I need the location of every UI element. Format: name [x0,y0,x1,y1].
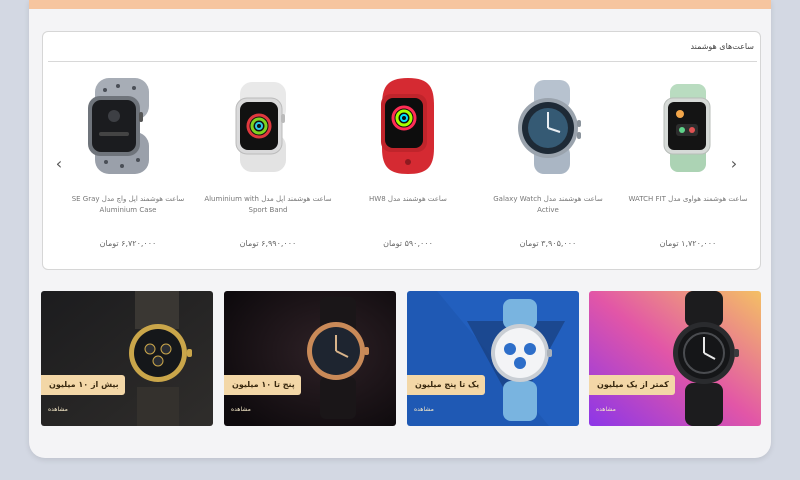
product-image [518,80,581,174]
price-range-banner[interactable]: بیش از ۱۰ میلیون مشاهده [41,291,213,426]
product-name: ساعت هوشمند اپل واچ مدل SE Gray Aluminiu… [71,195,185,214]
banner-label: بیش از ۱۰ میلیون [41,375,125,395]
price-range-banner[interactable]: کمتر از یک میلیون مشاهده [589,291,761,426]
banner-label: پنج تا ۱۰ میلیون [224,375,301,395]
product-name: ساعت هوشمند مدل HW8 [369,195,447,203]
product-image [88,78,149,174]
product-name: ساعت هوشمند اپل مدل Aluminium with Sport… [204,195,332,214]
page-container: ساعت‌های هوشمند ‹ › ساعت هوشمند اپل واچ … [29,0,771,458]
product-price: ۳,۹۰۵,۰۰۰ تومان [519,239,577,248]
section-title: ساعت‌های هوشمند [690,42,754,51]
banner-label: کمتر از یک میلیون [589,375,675,395]
product-card[interactable]: ساعت هوشمند مدل HW8 ۵۹۰,۰۰۰ تومان [338,76,478,258]
banner-link[interactable]: مشاهده [231,406,251,413]
product-image [663,84,711,172]
product-card[interactable]: ساعت هوشمند اپل واچ مدل SE Gray Aluminiu… [58,76,198,258]
banner-link[interactable]: مشاهده [596,406,616,413]
product-name: ساعت هوشمند هواوی مدل WATCH FIT [628,195,748,203]
price-range-banner[interactable]: یک تا پنج میلیون مشاهده [407,291,579,426]
product-price: ۶,۷۲۰,۰۰۰ تومان [99,239,157,248]
price-range-banner[interactable]: پنج تا ۱۰ میلیون مشاهده [224,291,396,426]
product-price: ۵۹۰,۰۰۰ تومان [383,239,433,248]
product-image [381,78,434,174]
banner-link[interactable]: مشاهده [414,406,434,413]
smartwatch-carousel: ساعت‌های هوشمند ‹ › ساعت هوشمند اپل واچ … [42,31,761,270]
top-accent-bar [29,0,771,9]
banner-label: یک تا پنج میلیون [407,375,486,395]
section-divider [48,61,757,62]
product-card[interactable]: ساعت هوشمند هواوی مدل WATCH FIT ۱,۷۲۰,۰۰… [618,76,758,258]
product-image [235,82,286,172]
product-card[interactable]: ساعت هوشمند مدل Galaxy Watch Active ۳,۹۰… [478,76,618,258]
product-name: ساعت هوشمند مدل Galaxy Watch Active [493,195,603,214]
banner-link[interactable]: مشاهده [48,406,68,413]
product-price: ۶,۹۹۰,۰۰۰ تومان [239,239,297,248]
product-price: ۱,۷۲۰,۰۰۰ تومان [659,239,717,248]
product-card[interactable]: ساعت هوشمند اپل مدل Aluminium with Sport… [198,76,338,258]
